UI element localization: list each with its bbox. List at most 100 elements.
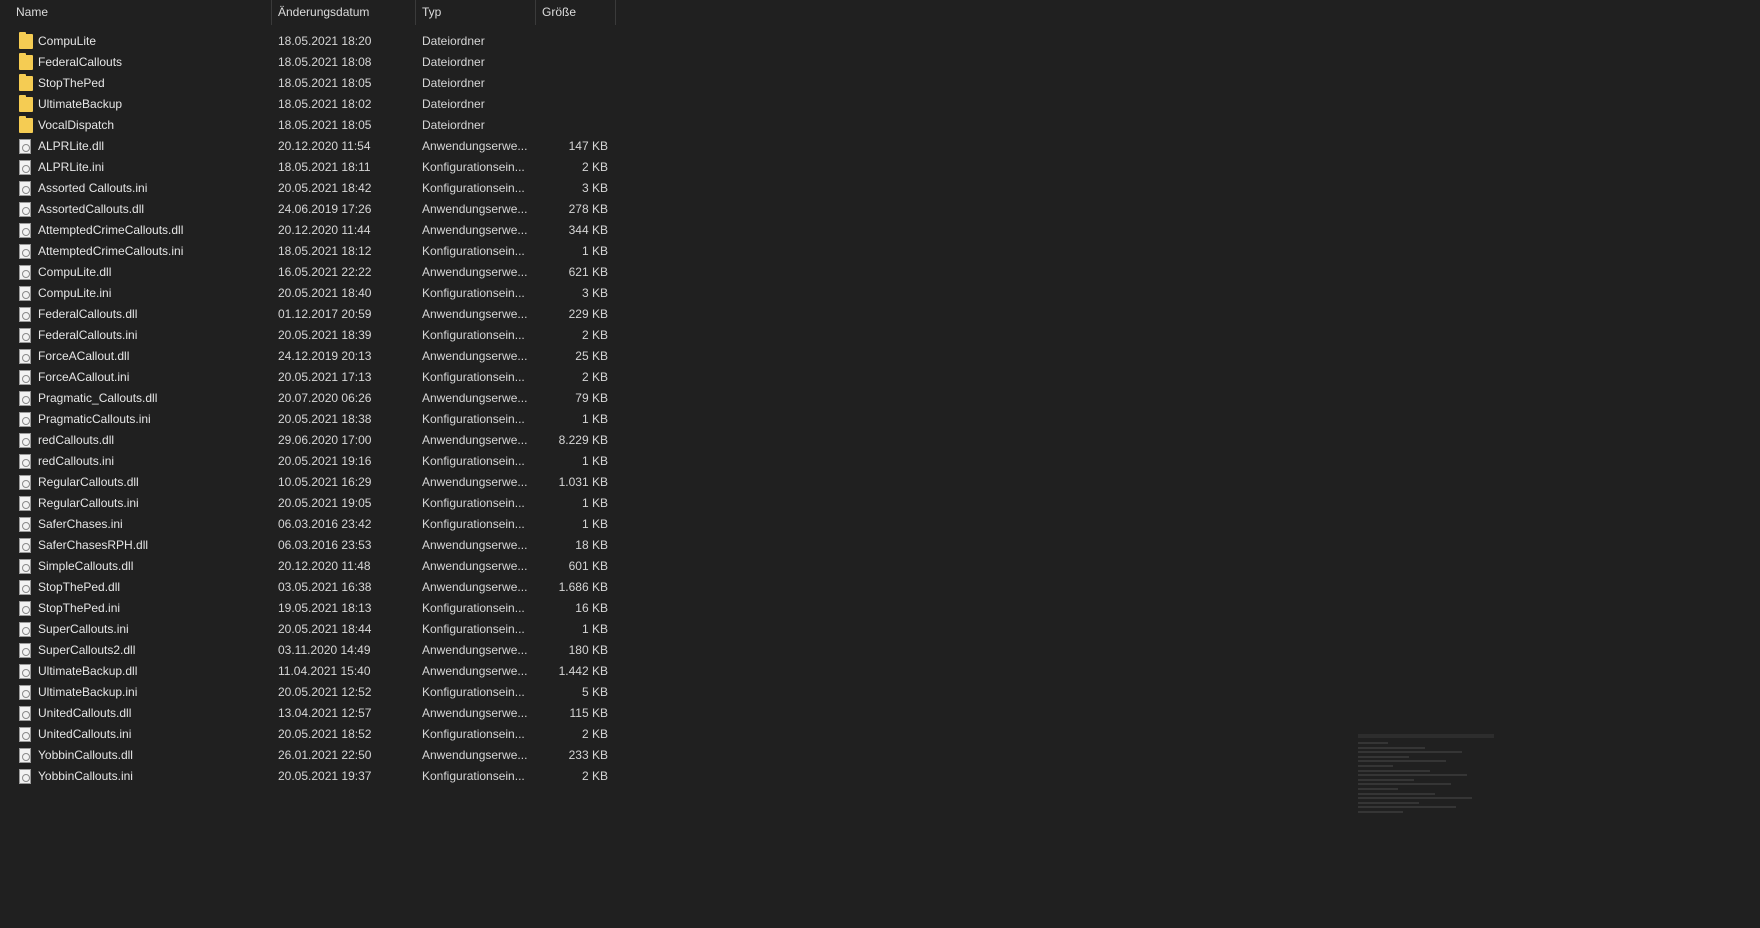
file-row[interactable]: UltimateBackup.dll 11.04.2021 15:40 Anwend… [0,661,620,682]
file-row[interactable]: FederalCallouts 18.05.2021 18:08 Dateiordn… [0,52,620,73]
file-date: 29.06.2020 17:00 [278,433,372,447]
file-row[interactable]: CompuLite.ini 20.05.2021 18:40 Konfigurati… [0,283,620,304]
file-row[interactable]: RegularCallouts.ini 20.05.2021 19:05 Konfi… [0,493,620,514]
file-row[interactable]: redCallouts.ini 20.05.2021 19:16 Konfigura… [0,451,620,472]
file-name: FederalCallouts [38,55,123,69]
file-date: 18.05.2021 18:11 [278,160,371,174]
file-type: Konfigurationsein... [422,160,525,174]
column-header-bar: ^ Name Änderungsdatum Typ Größe [0,0,620,25]
file-icon [19,307,31,322]
thumbnail-preview-line [1358,746,1425,749]
file-row[interactable]: UltimateBackup.ini 20.05.2021 12:52 Konfig… [0,682,620,703]
file-row[interactable]: SimpleCallouts.dll 20.12.2020 11:48 Anwend… [0,556,620,577]
file-type: Konfigurationsein... [422,622,525,636]
file-type: Konfigurationsein... [422,328,525,342]
file-date: 20.05.2021 19:37 [278,769,372,783]
file-name: Pragmatic_Callouts.dll [38,391,158,405]
file-row[interactable]: UltimateBackup 18.05.2021 18:02 Dateiordne… [0,94,620,115]
file-date: 20.05.2021 18:52 [278,727,372,741]
thumbnail-preview-line [1358,801,1419,804]
file-row[interactable]: ALPRLite.dll 20.12.2020 11:54 Anwendungser… [0,136,620,157]
file-icon [19,139,31,154]
file-type: Anwendungserwe... [422,664,528,678]
file-name: AttemptedCrimeCallouts.dll [38,223,184,237]
file-size: 1 KB [581,517,608,531]
file-row[interactable]: PragmaticCallouts.ini 20.05.2021 18:38 Kon… [0,409,620,430]
thumbnail-preview-header [1358,734,1494,738]
file-row[interactable]: FederalCallouts.dll 01.12.2017 20:59 Anwen… [0,304,620,325]
file-row[interactable]: StopThePed.ini 19.05.2021 18:13 Konfigurat… [0,598,620,619]
file-row[interactable]: SaferChasesRPH.dll 06.03.2016 23:53 Anwend… [0,535,620,556]
file-date: 19.05.2021 18:13 [278,601,372,615]
file-row[interactable]: ALPRLite.ini 18.05.2021 18:11 Konfiguratio… [0,157,620,178]
file-row[interactable]: CompuLite 18.05.2021 18:20 Dateiordner [0,31,620,52]
file-type: Konfigurationsein... [422,727,525,741]
file-name: UltimateBackup.ini [38,685,138,699]
file-row[interactable]: redCallouts.dll 29.06.2020 17:00 Anwendung… [0,430,620,451]
column-header-name[interactable]: Name [10,0,272,25]
file-row[interactable]: AssortedCallouts.dll 24.06.2019 17:26 Anwe… [0,199,620,220]
file-type: Konfigurationsein... [422,496,525,510]
folder-icon [19,95,33,112]
file-name: CompuLite.dll [38,265,112,279]
thumbnail-preview-line [1358,751,1462,754]
file-type: Anwendungserwe... [422,349,528,363]
file-row[interactable]: YobbinCallouts.ini 20.05.2021 19:37 Konfig… [0,766,620,787]
file-date: 10.05.2021 16:29 [278,475,372,489]
file-row[interactable]: StopThePed 18.05.2021 18:05 Dateiordner [0,73,620,94]
file-size: 16 KB [575,601,608,615]
file-type: Dateiordner [422,55,485,69]
file-name: VocalDispatch [38,118,115,132]
file-row[interactable]: SaferChases.ini 06.03.2016 23:42 Konfigura… [0,514,620,535]
file-size: 147 KB [568,139,608,153]
file-size: 25 KB [575,349,608,363]
file-row[interactable]: VocalDispatch 18.05.2021 18:05 Dateiordner [0,115,620,136]
column-header-type[interactable]: Typ [416,0,536,25]
file-row[interactable]: UnitedCallouts.dll 13.04.2021 12:57 Anwend… [0,703,620,724]
file-name: FederalCallouts.dll [38,307,138,321]
file-row[interactable]: SuperCallouts.ini 20.05.2021 18:44 Konfigu… [0,619,620,640]
file-type: Anwendungserwe... [422,307,528,321]
file-size: 233 KB [568,748,608,762]
thumbnail-preview-line [1358,783,1451,786]
file-row[interactable]: StopThePed.dll 03.05.2021 16:38 Anwendungs… [0,577,620,598]
file-row[interactable]: Assorted Callouts.ini 20.05.2021 18:42 Kon… [0,178,620,199]
file-name: SaferChases.ini [38,517,123,531]
file-date: 20.12.2020 11:54 [278,139,371,153]
thumbnail-preview-line [1358,765,1393,767]
file-icon [19,244,31,259]
file-icon [19,454,31,469]
file-row[interactable]: FederalCallouts.ini 20.05.2021 18:39 Konfi… [0,325,620,346]
file-type: Konfigurationsein... [422,601,525,615]
file-row[interactable]: Pragmatic_Callouts.dll 20.07.2020 06:26 An… [0,388,620,409]
column-header-size[interactable]: Größe [536,0,616,25]
file-row[interactable]: RegularCallouts.dll 10.05.2021 16:29 Anwen… [0,472,620,493]
file-row[interactable]: AttemptedCrimeCallouts.ini 18.05.2021 18:… [0,241,620,262]
file-icon [19,559,31,574]
file-row[interactable]: AttemptedCrimeCallouts.dll 20.12.2020 11:… [0,220,620,241]
file-type: Anwendungserwe... [422,433,528,447]
file-size: 1 KB [581,412,608,426]
file-type: Dateiordner [422,34,485,48]
file-row[interactable]: YobbinCallouts.dll 26.01.2021 22:50 Anwend… [0,745,620,766]
file-size: 229 KB [568,307,608,321]
file-date: 20.05.2021 18:42 [278,181,372,195]
file-name: UnitedCallouts.dll [38,706,132,720]
file-type: Anwendungserwe... [422,559,528,573]
file-row[interactable]: UnitedCallouts.ini 20.05.2021 18:52 Konfig… [0,724,620,745]
file-icon [19,475,31,490]
file-row[interactable]: CompuLite.dll 16.05.2021 22:22 Anwendungse… [0,262,620,283]
file-name: PragmaticCallouts.ini [38,412,151,426]
file-icon [19,160,31,175]
file-row[interactable]: SuperCallouts2.dll 03.11.2020 14:49 Anwend… [0,640,620,661]
file-date: 20.12.2020 11:48 [278,559,371,573]
file-date: 18.05.2021 18:02 [278,97,372,111]
file-icon [19,748,31,763]
file-date: 20.05.2021 19:16 [278,454,372,468]
file-date: 20.07.2020 06:26 [278,391,372,405]
column-header-date[interactable]: Änderungsdatum [272,0,416,25]
file-icon [19,412,31,427]
file-row[interactable]: ForceACallout.dll 24.12.2019 20:13 Anwendu… [0,346,620,367]
file-row[interactable]: ForceACallout.ini 20.05.2021 17:13 Konfigu… [0,367,620,388]
file-size: 1.686 KB [558,580,608,594]
